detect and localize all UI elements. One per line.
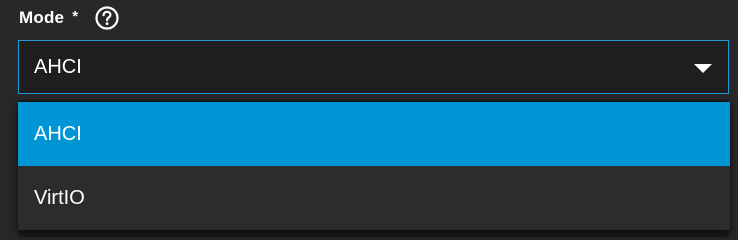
option-ahci[interactable]: AHCI — [18, 102, 730, 166]
field-label: Mode — [19, 8, 65, 27]
select-value: AHCI — [34, 56, 82, 78]
required-mark: * — [72, 7, 79, 25]
mode-select[interactable]: AHCI — [18, 40, 729, 94]
field-label-row: Mode * — [19, 4, 120, 32]
option-virtio[interactable]: VirtIO — [18, 166, 730, 230]
help-circle-icon[interactable] — [94, 5, 120, 31]
dropdown-panel: AHCI VirtIO — [18, 102, 730, 230]
option-label: AHCI — [34, 122, 82, 145]
option-label: VirtIO — [34, 186, 85, 209]
chevron-down-icon[interactable] — [694, 64, 712, 73]
form-field-mode: Mode * AHCI AHCI VirtIO — [0, 0, 738, 237]
